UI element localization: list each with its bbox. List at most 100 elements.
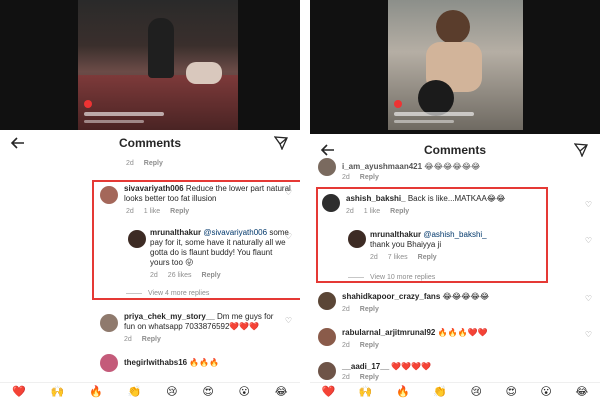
- reel-video-area: [0, 0, 300, 130]
- avatar[interactable]: [100, 354, 118, 372]
- emoji-wow[interactable]: 😮: [540, 385, 551, 398]
- comment-time: 2d: [342, 174, 350, 181]
- emoji-heart[interactable]: ❤️: [12, 385, 26, 398]
- reply-button[interactable]: Reply: [360, 306, 379, 313]
- comment-time: 2d: [342, 374, 350, 381]
- comment-username[interactable]: thegirlwithabs16: [124, 358, 187, 367]
- reply-button[interactable]: Reply: [360, 174, 379, 181]
- emoji-heart-eyes[interactable]: 😍: [202, 385, 213, 398]
- emoji-laugh[interactable]: 😂: [575, 385, 588, 398]
- comment-username[interactable]: priya_chek_my_story__: [124, 312, 215, 321]
- reel-video[interactable]: [78, 0, 238, 130]
- view-more-replies[interactable]: View 10 more replies: [348, 274, 435, 281]
- comment-time: 2d: [370, 254, 378, 261]
- live-indicator-icon: [394, 100, 402, 108]
- comment-time: 2d: [126, 160, 134, 167]
- send-icon[interactable]: [274, 136, 288, 150]
- avatar[interactable]: [128, 230, 146, 248]
- comment-item: shahidkapoor_crazy_fans 😂😂😂😂😂 2d Reply ♡: [310, 292, 600, 316]
- comment-text: thank you Bhaiyya ji: [370, 240, 442, 249]
- comment-username[interactable]: mrunalthakur: [370, 230, 421, 239]
- emoji-raised-hands[interactable]: 🙌: [51, 385, 65, 398]
- like-heart-icon[interactable]: ♡: [585, 200, 592, 209]
- video-caption-line: [84, 120, 144, 123]
- like-count[interactable]: 26 likes: [168, 272, 192, 279]
- video-person-standing: [148, 18, 174, 78]
- view-more-label: View 4 more replies: [148, 290, 210, 297]
- comment-username[interactable]: i_am_ayushmaan421: [342, 162, 422, 171]
- emoji-raised-hands[interactable]: 🙌: [359, 385, 373, 398]
- emoji-cry[interactable]: 😢: [166, 385, 177, 398]
- comment-username[interactable]: sivavariyath006: [124, 184, 184, 193]
- like-count[interactable]: 7 likes: [388, 254, 408, 261]
- like-heart-icon[interactable]: ♡: [585, 330, 592, 339]
- comment-text: ❤️❤️❤️❤️: [391, 362, 432, 371]
- send-icon[interactable]: [574, 143, 588, 157]
- emoji-clap[interactable]: 👏: [433, 385, 447, 398]
- reply-button[interactable]: Reply: [390, 208, 409, 215]
- comments-header: Comments: [0, 130, 300, 156]
- mention-link[interactable]: @ashish_bakshi_: [423, 230, 486, 239]
- view-more-label: View 10 more replies: [370, 274, 436, 281]
- right-panel: Comments i_am_ayushmaan421 😂😂😂😂😂😂 2d Rep…: [310, 0, 600, 400]
- reel-video[interactable]: [388, 0, 523, 130]
- emoji-cry[interactable]: 😢: [470, 385, 481, 398]
- reply-button[interactable]: Reply: [418, 254, 437, 261]
- view-more-replies[interactable]: View 4 more replies: [126, 290, 209, 297]
- reply-button[interactable]: Reply: [360, 374, 379, 381]
- avatar[interactable]: [318, 158, 336, 176]
- comment-username[interactable]: shahidkapoor_crazy_fans: [342, 292, 440, 301]
- emoji-reaction-bar: ❤️ 🙌 🔥 👏 😢 😍 😮 😂: [0, 382, 300, 400]
- avatar[interactable]: [318, 292, 336, 310]
- comment-username[interactable]: ashish_bakshi_: [346, 194, 406, 203]
- reply-button[interactable]: Reply: [360, 342, 379, 349]
- avatar[interactable]: [318, 328, 336, 346]
- video-person-head: [436, 10, 470, 44]
- comment-item: sivavariyath006 Reduce the lower part na…: [0, 184, 300, 224]
- comment-username[interactable]: mrunalthakur: [150, 228, 201, 237]
- comment-time: 2d: [150, 272, 158, 279]
- avatar[interactable]: [322, 194, 340, 212]
- reply-button[interactable]: Reply: [170, 208, 189, 215]
- comment-meta-row: 2d Reply: [0, 160, 300, 172]
- comment-username[interactable]: __aadi_17__: [342, 362, 389, 371]
- emoji-laugh[interactable]: 😂: [275, 385, 288, 398]
- mention-link[interactable]: @sivavariyath006: [203, 228, 267, 237]
- divider: [348, 277, 364, 278]
- emoji-reaction-bar: ❤️ 🙌 🔥 👏 😢 😍 😮 😂: [310, 382, 600, 400]
- like-heart-icon[interactable]: ♡: [285, 232, 292, 241]
- comment-time: 2d: [342, 342, 350, 349]
- avatar[interactable]: [100, 186, 118, 204]
- comment-username[interactable]: rabularnal_arjitmrunal92: [342, 328, 435, 337]
- video-medicine-ball: [418, 80, 454, 116]
- emoji-heart-eyes[interactable]: 😍: [505, 385, 516, 398]
- avatar[interactable]: [348, 230, 366, 248]
- comment-time: 2d: [124, 336, 132, 343]
- emoji-heart[interactable]: ❤️: [322, 385, 336, 398]
- like-heart-icon[interactable]: ♡: [285, 316, 292, 325]
- reply-button[interactable]: Reply: [144, 160, 163, 167]
- reply-button[interactable]: Reply: [142, 336, 161, 343]
- reel-video-area: [310, 0, 600, 134]
- comment-item: thegirlwithabs16 🔥🔥🔥: [0, 354, 300, 374]
- emoji-wow[interactable]: 😮: [239, 385, 250, 398]
- emoji-clap[interactable]: 👏: [128, 385, 142, 398]
- emoji-fire[interactable]: 🔥: [396, 385, 410, 398]
- reply-item: mrunalthakur @ashish_bakshi_ thank you B…: [310, 230, 600, 264]
- like-count[interactable]: 1 like: [144, 208, 160, 215]
- reply-button[interactable]: Reply: [202, 272, 221, 279]
- like-heart-icon[interactable]: ♡: [585, 236, 592, 245]
- like-heart-icon[interactable]: ♡: [585, 294, 592, 303]
- comment-text: 😂😂😂😂😂: [442, 292, 490, 301]
- like-count[interactable]: 1 like: [364, 208, 380, 215]
- comment-item: priya_chek_my_story__ Dm me guys for fun…: [0, 312, 300, 346]
- emoji-fire[interactable]: 🔥: [89, 385, 103, 398]
- reply-item: mrunalthakur @sivavariyath006 some pay f…: [0, 228, 300, 284]
- page-title: Comments: [423, 143, 486, 157]
- avatar[interactable]: [318, 362, 336, 380]
- avatar[interactable]: [100, 314, 118, 332]
- divider: [126, 293, 142, 294]
- comment-item: ashish_bakshi_ Back is like...MATKAA😂😂 2…: [310, 194, 600, 224]
- like-heart-icon[interactable]: ♡: [285, 188, 292, 197]
- live-indicator-icon: [84, 100, 92, 108]
